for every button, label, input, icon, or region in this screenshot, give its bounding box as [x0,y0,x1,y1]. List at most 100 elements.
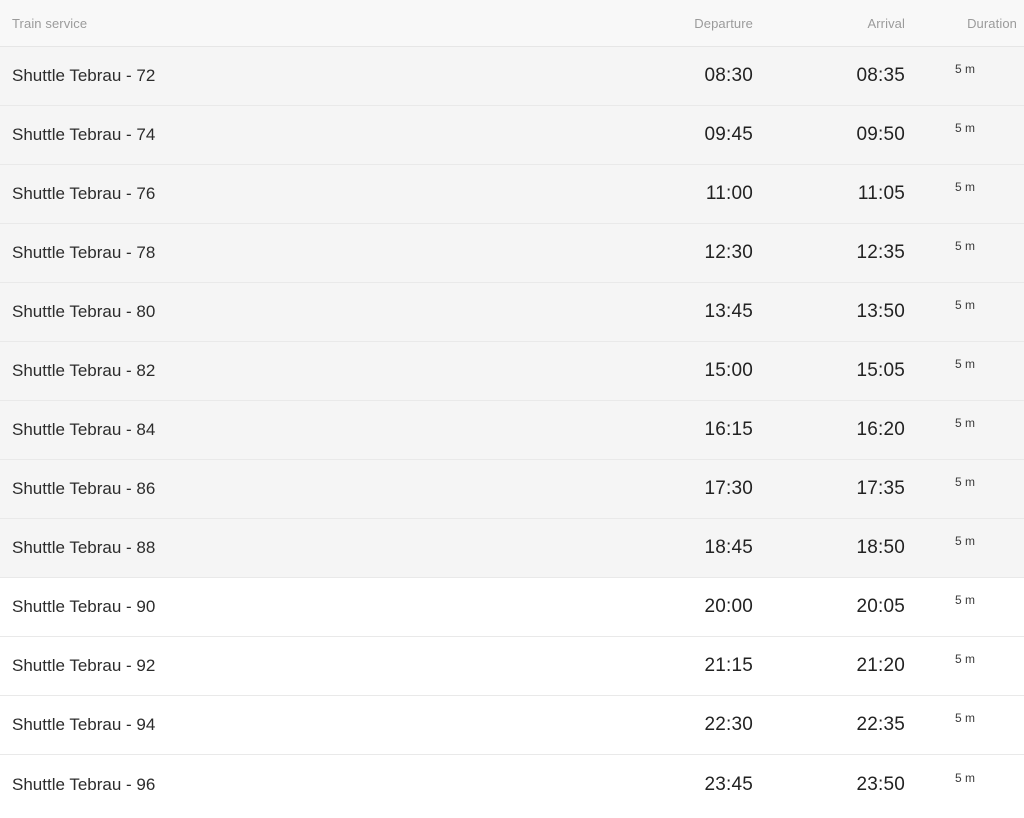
departure-time: 15:00 [704,360,753,381]
cell-departure: 23:45 [600,774,753,796]
table-row[interactable]: Shuttle Tebrau - 80 13:45 13:50 5 m [0,283,1024,342]
cell-duration: 5 m [905,593,1024,616]
column-header-duration[interactable]: Duration [905,16,1024,31]
train-service-label: Shuttle Tebrau - 76 [12,184,156,203]
cell-departure: 15:00 [600,360,753,382]
cell-duration: 5 m [905,357,1024,380]
cell-departure: 13:45 [600,301,753,323]
cell-arrival: 17:35 [753,478,905,500]
duration-label: 5 m [955,357,976,371]
cell-duration: 5 m [905,475,1024,498]
departure-time: 18:45 [704,537,753,558]
duration-label: 5 m [955,475,976,489]
train-service-label: Shuttle Tebrau - 74 [12,125,156,144]
arrival-time: 22:35 [856,714,905,735]
departure-time: 16:15 [704,419,753,440]
duration-label: 5 m [955,239,976,253]
departure-time: 13:45 [704,301,753,322]
cell-arrival: 11:05 [753,183,905,205]
arrival-time: 15:05 [856,360,905,381]
duration-label: 5 m [955,298,976,312]
duration-label: 5 m [955,416,976,430]
cell-train-service: Shuttle Tebrau - 94 [0,715,600,735]
table-row[interactable]: Shuttle Tebrau - 86 17:30 17:35 5 m [0,460,1024,519]
train-service-label: Shuttle Tebrau - 88 [12,538,156,557]
cell-arrival: 18:50 [753,537,905,559]
departure-time: 09:45 [704,124,753,145]
arrival-time: 08:35 [856,65,905,86]
arrival-time: 16:20 [856,419,905,440]
cell-departure: 08:30 [600,65,753,87]
cell-arrival: 20:05 [753,596,905,618]
departure-time: 17:30 [704,478,753,499]
duration-label: 5 m [955,770,976,785]
cell-arrival: 22:35 [753,714,905,736]
train-service-label: Shuttle Tebrau - 72 [12,66,156,85]
cell-duration: 5 m [905,711,1024,734]
cell-duration: 5 m [905,534,1024,557]
arrival-time: 13:50 [856,301,905,322]
cell-duration: 5 m [905,298,1024,321]
cell-arrival: 23:50 [753,774,905,796]
arrival-time: 20:05 [856,596,905,617]
column-header-train-service[interactable]: Train service [0,16,600,31]
arrival-time: 12:35 [856,242,905,263]
table-row[interactable]: Shuttle Tebrau - 96 23:45 23:50 5 m [0,755,1024,814]
table-row[interactable]: Shuttle Tebrau - 88 18:45 18:50 5 m [0,519,1024,578]
cell-train-service: Shuttle Tebrau - 82 [0,361,600,381]
departure-time: 22:30 [704,714,753,735]
table-row[interactable]: Shuttle Tebrau - 76 11:00 11:05 5 m [0,165,1024,224]
cell-train-service: Shuttle Tebrau - 76 [0,184,600,204]
departure-time: 20:00 [704,596,753,617]
cell-arrival: 12:35 [753,242,905,264]
table-row[interactable]: Shuttle Tebrau - 84 16:15 16:20 5 m [0,401,1024,460]
cell-train-service: Shuttle Tebrau - 74 [0,125,600,145]
cell-departure: 16:15 [600,419,753,441]
duration-label: 5 m [955,593,976,607]
table-row[interactable]: Shuttle Tebrau - 94 22:30 22:35 5 m [0,696,1024,755]
cell-arrival: 21:20 [753,655,905,677]
train-service-label: Shuttle Tebrau - 80 [12,302,156,321]
duration-label: 5 m [955,534,976,548]
cell-train-service: Shuttle Tebrau - 86 [0,479,600,499]
cell-duration: 5 m [905,771,1024,794]
duration-label: 5 m [955,180,976,194]
cell-duration: 5 m [905,239,1024,262]
departure-time: 21:15 [704,655,753,676]
duration-label: 5 m [955,62,976,76]
cell-departure: 17:30 [600,478,753,500]
train-timetable: Train service Departure Arrival Duration… [0,0,1024,818]
table-header-row: Train service Departure Arrival Duration [0,0,1024,47]
train-service-label: Shuttle Tebrau - 78 [12,243,156,262]
train-service-label: Shuttle Tebrau - 86 [12,479,156,498]
cell-duration: 5 m [905,62,1024,85]
cell-duration: 5 m [905,121,1024,144]
cell-train-service: Shuttle Tebrau - 84 [0,420,600,440]
arrival-time: 17:35 [856,478,905,499]
cell-departure: 20:00 [600,596,753,618]
cell-arrival: 13:50 [753,301,905,323]
cell-train-service: Shuttle Tebrau - 90 [0,597,600,617]
arrival-time: 23:50 [856,773,905,795]
arrival-time: 21:20 [856,655,905,676]
departure-time: 23:45 [704,773,753,795]
table-row[interactable]: Shuttle Tebrau - 82 15:00 15:05 5 m [0,342,1024,401]
cell-departure: 18:45 [600,537,753,559]
cell-train-service: Shuttle Tebrau - 96 [0,775,600,795]
train-service-label: Shuttle Tebrau - 94 [12,715,156,734]
cell-arrival: 15:05 [753,360,905,382]
cell-train-service: Shuttle Tebrau - 72 [0,66,600,86]
cell-arrival: 09:50 [753,124,905,146]
column-header-arrival[interactable]: Arrival [753,16,905,31]
table-row[interactable]: Shuttle Tebrau - 72 08:30 08:35 5 m [0,47,1024,106]
train-service-label: Shuttle Tebrau - 96 [12,774,156,794]
train-service-label: Shuttle Tebrau - 84 [12,420,156,439]
column-header-departure[interactable]: Departure [600,16,753,31]
table-row[interactable]: Shuttle Tebrau - 78 12:30 12:35 5 m [0,224,1024,283]
cell-train-service: Shuttle Tebrau - 78 [0,243,600,263]
table-row[interactable]: Shuttle Tebrau - 92 21:15 21:20 5 m [0,637,1024,696]
table-row[interactable]: Shuttle Tebrau - 90 20:00 20:05 5 m [0,578,1024,637]
table-row[interactable]: Shuttle Tebrau - 74 09:45 09:50 5 m [0,106,1024,165]
departure-time: 08:30 [704,65,753,86]
departure-time: 12:30 [704,242,753,263]
